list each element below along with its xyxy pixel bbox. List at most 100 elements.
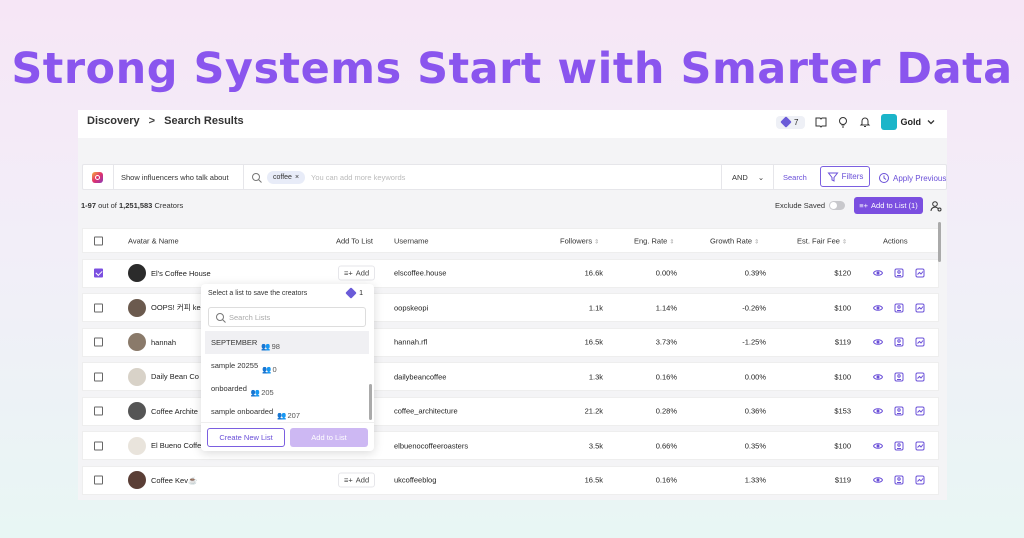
list-option-name: SEPTEMBER <box>211 338 258 347</box>
exclude-saved-label: Exclude Saved <box>775 201 826 210</box>
divider <box>243 165 244 189</box>
row-checkbox[interactable] <box>94 268 103 278</box>
chevron-down-icon: ⌄ <box>757 173 765 182</box>
account-menu[interactable]: Gold <box>880 114 938 130</box>
profile-card-icon[interactable] <box>894 406 904 416</box>
analytics-icon[interactable] <box>915 268 925 278</box>
profile-card-icon[interactable] <box>894 475 904 485</box>
creator-name: Coffee Archite <box>151 406 198 416</box>
popup-title: Select a list to save the creators <box>208 290 308 297</box>
users-icon: 👥 <box>261 341 271 351</box>
followers: 16.6k <box>584 268 603 278</box>
creator-name-cell[interactable]: Daily Bean Co <box>128 367 199 386</box>
operator-select[interactable]: AND ⌄ <box>732 173 764 182</box>
username: ukcoffeeblog <box>394 475 437 485</box>
profile-card-icon[interactable] <box>894 441 904 451</box>
close-icon[interactable]: × <box>295 174 299 181</box>
keyword-chip[interactable]: coffee × <box>267 171 306 184</box>
profile-card-icon[interactable] <box>894 268 904 278</box>
list-search-input[interactable]: Search Lists <box>208 307 366 327</box>
profile-card-icon[interactable] <box>894 303 904 313</box>
creator-name-cell[interactable]: El's Coffee House <box>128 264 211 282</box>
book-icon[interactable] <box>815 116 827 128</box>
row-checkbox[interactable] <box>94 406 103 416</box>
eye-icon[interactable] <box>872 441 884 451</box>
analytics-icon[interactable] <box>915 372 925 382</box>
profile-card-icon[interactable] <box>894 372 904 382</box>
instagram-icon[interactable] <box>92 172 103 183</box>
search-button[interactable]: Search <box>783 173 807 182</box>
creator-name-cell[interactable]: hannah <box>128 333 176 351</box>
row-checkbox[interactable] <box>94 372 103 381</box>
creator-name-cell[interactable]: Coffee Kev☕ <box>128 471 197 489</box>
list-option[interactable]: sample onboarded 👥 207 <box>205 400 369 423</box>
analytics-icon[interactable] <box>915 303 925 313</box>
avatar <box>128 333 146 351</box>
account-avatar <box>880 114 897 130</box>
row-checkbox[interactable] <box>94 337 103 347</box>
analytics-icon[interactable] <box>915 406 925 416</box>
bell-icon[interactable] <box>859 116 871 128</box>
creator-name: hannah <box>151 337 177 347</box>
table-scrollbar[interactable] <box>938 222 941 262</box>
header-followers[interactable]: Followers ⇕ <box>560 236 599 245</box>
fair-fee: $119 <box>834 475 851 485</box>
search-mode-label[interactable]: Show influencers who talk about <box>121 173 229 182</box>
avatar <box>128 367 146 386</box>
creator-name-cell[interactable]: Coffee Archite <box>128 402 198 420</box>
username: elscoffee.house <box>394 268 447 278</box>
list-option[interactable]: sample 20255 👥 0 <box>205 354 369 377</box>
create-new-list-button[interactable]: Create New List <box>207 428 285 447</box>
apply-previous-button[interactable]: Apply Previous <box>878 172 946 184</box>
row-checkbox[interactable] <box>94 441 103 450</box>
row-checkbox[interactable] <box>94 303 103 312</box>
creator-name: El's Coffee House <box>151 268 211 278</box>
header-fair-fee-label: Est. Fair Fee <box>797 236 840 245</box>
analytics-icon[interactable] <box>915 337 925 347</box>
list-option-count: 👥 98 <box>261 338 280 354</box>
popup-scrollbar[interactable] <box>369 384 372 420</box>
creator-name-cell[interactable]: El Bueno Coffe <box>128 436 201 455</box>
lightbulb-icon[interactable] <box>837 116 849 128</box>
eye-icon[interactable] <box>872 303 884 313</box>
headline: Strong Systems Start with Smarter Data <box>11 44 1013 94</box>
row-checkbox[interactable] <box>94 475 103 485</box>
history-icon <box>878 172 890 184</box>
table-row[interactable]: Coffee Kev☕ ≡+ Add ukcoffeeblog 16.5k 0.1… <box>82 465 939 495</box>
list-option[interactable]: SEPTEMBER 👥 98 <box>205 331 369 354</box>
credits-badge[interactable]: 7 <box>776 115 805 129</box>
header-growth-rate[interactable]: Growth Rate ⇕ <box>710 236 759 245</box>
growth-rate: -0.26% <box>742 303 766 312</box>
eye-icon[interactable] <box>872 337 884 347</box>
results-count: 1-97 out of 1,251,583 Creators <box>81 201 183 210</box>
eye-icon[interactable] <box>872 268 884 278</box>
creator-name-cell[interactable]: OOPS! 커피 ked <box>128 298 205 317</box>
analytics-icon[interactable] <box>915 475 925 485</box>
eye-icon[interactable] <box>872 406 884 416</box>
select-all-checkbox[interactable] <box>94 236 103 245</box>
exclude-saved-toggle[interactable] <box>829 201 846 210</box>
eye-icon[interactable] <box>872 372 884 382</box>
add-button[interactable]: ≡+ Add <box>338 472 376 488</box>
growth-rate: 0.36% <box>744 406 766 416</box>
analytics-icon[interactable] <box>915 441 925 451</box>
profile-card-icon[interactable] <box>894 337 904 347</box>
eng-rate: 0.16% <box>655 475 677 485</box>
add-button[interactable]: ≡+ Add <box>338 265 376 281</box>
keyword-input[interactable]: You can add more keywords <box>311 173 405 182</box>
eye-icon[interactable] <box>872 475 884 485</box>
search-icon <box>251 172 263 184</box>
add-to-list-popup: Select a list to save the creators 1 Sea… <box>201 284 374 451</box>
filters-button[interactable]: Filters <box>820 166 870 187</box>
followers: 16.5k <box>584 475 603 485</box>
header-growth-rate-label: Growth Rate <box>710 236 753 245</box>
breadcrumb-discovery[interactable]: Discovery <box>87 115 140 127</box>
growth-rate: 0.00% <box>744 372 766 381</box>
user-settings-icon[interactable] <box>930 200 942 212</box>
popup-add-to-list-button[interactable]: Add to List <box>290 428 368 447</box>
fair-fee: $119 <box>834 337 851 347</box>
add-to-list-button[interactable]: ≡+ Add to List (1) <box>854 197 923 214</box>
header-eng-rate[interactable]: Eng. Rate ⇕ <box>634 236 674 245</box>
list-option[interactable]: onboarded 👥 205 <box>205 377 369 400</box>
header-fair-fee[interactable]: Est. Fair Fee ⇕ <box>797 236 847 245</box>
